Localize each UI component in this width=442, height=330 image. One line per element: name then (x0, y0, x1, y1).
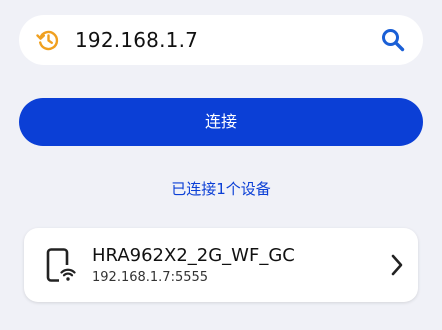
search-bar[interactable]: 192.168.1.7 (19, 15, 423, 65)
history-icon[interactable] (36, 28, 60, 52)
device-list-item[interactable]: HRA962X2_2G_WF_GC 192.168.1.7:5555 (24, 228, 418, 302)
chevron-right-icon[interactable] (390, 253, 404, 277)
connected-devices-count: 已连接1个设备 (171, 180, 271, 198)
device-address: 192.168.1.7:5555 (92, 270, 209, 285)
connect-button[interactable]: 连接 (19, 98, 423, 146)
phone-wifi-icon (46, 248, 76, 282)
device-name: HRA962X2_2G_WF_GC (92, 245, 295, 266)
search-icon[interactable] (380, 27, 406, 53)
search-input[interactable]: 192.168.1.7 (75, 15, 198, 65)
